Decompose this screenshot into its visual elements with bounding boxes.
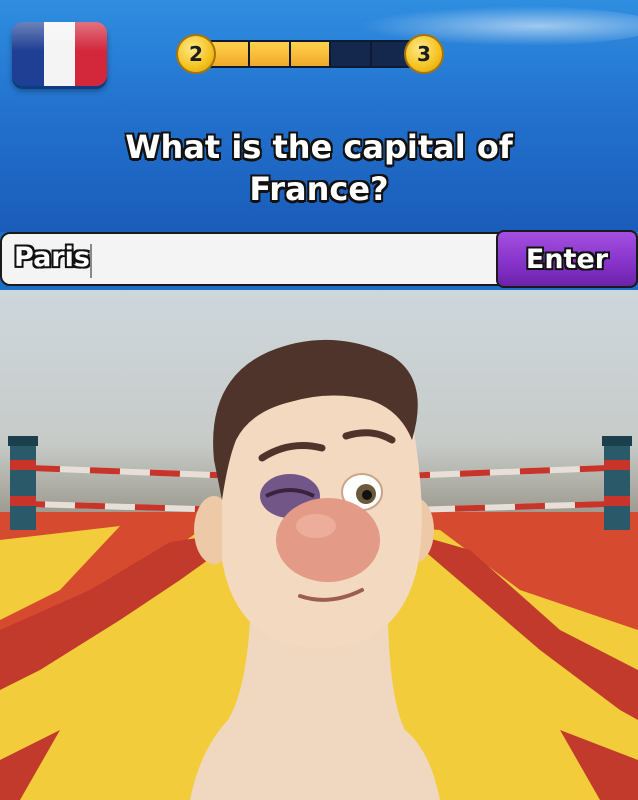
character-head — [190, 339, 440, 800]
progress-segment — [210, 42, 251, 66]
level-progress: 2 3 — [176, 34, 444, 74]
rope-top-right — [399, 465, 609, 479]
question-text: What is the capital of France? — [125, 128, 513, 208]
text-caret — [90, 244, 92, 278]
ring-post-left — [8, 436, 38, 530]
next-level-coin: 3 — [404, 34, 444, 74]
enter-button[interactable]: Enter — [496, 230, 638, 288]
answer-bar: Paris Enter — [0, 230, 638, 290]
progress-track — [194, 40, 426, 68]
current-level-coin: 2 — [176, 34, 216, 74]
character-swollen-nose — [276, 498, 380, 582]
nose-highlight — [296, 514, 336, 538]
progress-segment — [250, 42, 291, 66]
rope-top-left — [29, 465, 241, 479]
france-flag-icon — [12, 22, 107, 86]
answer-value: Paris — [14, 242, 90, 273]
progress-segment — [331, 42, 372, 66]
character-pupil — [362, 490, 372, 500]
ring-post-right — [602, 436, 632, 530]
answer-input[interactable]: Paris — [0, 232, 510, 286]
question-header: 2 3 What is the capital of France? — [0, 0, 638, 232]
flag-shine — [12, 22, 107, 51]
progress-segment — [290, 42, 332, 66]
boxing-ring-scene — [0, 339, 638, 800]
game-scene — [0, 290, 638, 800]
